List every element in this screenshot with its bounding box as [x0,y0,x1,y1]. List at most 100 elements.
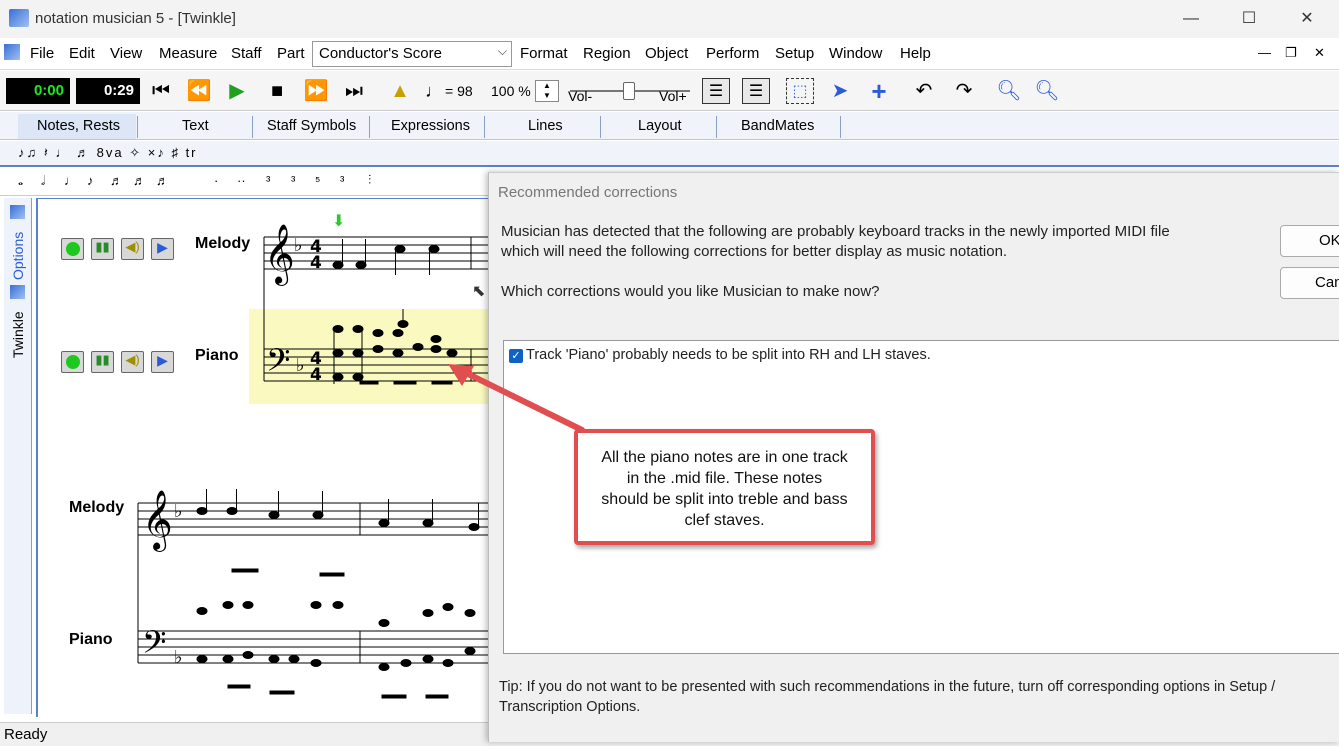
add-icon[interactable]: + [865,78,893,104]
menu-part[interactable]: Part [277,45,305,62]
score-view[interactable]: ▮▮ ◀) ▶ ▮▮ ◀) ▶ Melody Piano Melody Pian… [36,198,488,717]
doc-icon [4,44,20,60]
double-dot-icon[interactable]: ·· [237,173,246,188]
zoom-out-icon[interactable]: 🔍︎ [1033,78,1061,104]
status-text: Ready [4,726,48,743]
menu-file[interactable]: File [30,45,54,62]
menu-staff[interactable]: Staff [231,45,262,62]
tab-staff-symbols[interactable]: Staff Symbols [267,118,356,134]
tab-separator [716,116,717,138]
menu-object[interactable]: Object [645,45,688,62]
callout-line1: All the piano notes are in one track [601,449,848,466]
svg-text:♭: ♭ [174,647,183,668]
svg-text:𝄞: 𝄞 [264,224,295,286]
rewind-icon[interactable]: ⏪ [185,78,213,104]
palette-tools[interactable]: ♪♫ 𝄽 ♩ ♬ 8va ✧ ×♪ ♯ tr [18,145,198,161]
scroll-view-icon[interactable]: ☰ [742,78,770,104]
dot-icon[interactable]: · [214,173,218,188]
triplet-icon-2[interactable]: ³ [291,173,295,188]
volume-thumb[interactable] [623,82,635,100]
triplet-icon[interactable]: ³ [266,173,270,188]
menu-view[interactable]: View [110,45,142,62]
maximize-button[interactable]: ☐ [1238,8,1260,30]
menu-help[interactable]: Help [900,45,931,62]
mdi-close-button[interactable]: ✕ [1314,45,1325,61]
score-select[interactable]: Conductor's Score ⌵ [312,41,512,67]
quintuplet-icon[interactable]: ⁵ [315,173,320,188]
minimize-button[interactable]: — [1180,8,1202,30]
tab-expressions[interactable]: Expressions [391,118,470,134]
callout-line3: should be split into treble and bass [601,491,848,508]
volume-max-label: Vol+ [659,88,687,104]
menu-setup[interactable]: Setup [775,45,814,62]
menu-perform[interactable]: Perform [706,45,759,62]
app-icon [9,9,29,27]
tab-lines[interactable]: Lines [528,118,563,134]
sixteenth-note-icon[interactable]: ♬ [110,173,123,188]
menu-format[interactable]: Format [520,45,568,62]
options-tab[interactable]: Options [10,232,26,280]
menu-window[interactable]: Window [829,45,882,62]
whole-note-icon[interactable]: 𝅝 [18,173,23,189]
beam-icon[interactable]: ⫶ [368,172,371,188]
tab-bandmates[interactable]: BandMates [741,118,814,134]
menu-edit[interactable]: Edit [69,45,95,62]
go-to-end-icon[interactable]: ⏭ [340,78,368,104]
menu-measure[interactable]: Measure [159,45,217,62]
metronome-icon[interactable]: ▲ [386,78,414,104]
tempo-value[interactable]: = 98 [445,83,473,99]
cancel-button[interactable]: Cancel [1280,267,1339,299]
page-view-icon[interactable]: ☰ [702,78,730,104]
thirtysecond-note-icon[interactable]: ♬ [133,173,146,188]
notes [196,239,480,699]
undo-icon[interactable]: ↶ [910,78,938,104]
dialog-question: Which corrections would you like Musicia… [501,283,880,300]
pointer-icon[interactable]: ➤ [826,78,854,104]
stop-icon[interactable]: ■ [263,78,291,104]
time-sig-bottom: 4 [310,253,322,273]
region-select-icon[interactable]: ⬚ [786,78,814,104]
play-icon[interactable]: ▶ [223,78,251,104]
time-total: 0:29 [76,78,140,104]
dialog-message-line2: which will need the following correction… [501,243,1008,260]
svg-text:𝄢: 𝄢 [266,342,290,386]
svg-text:♭: ♭ [296,355,305,376]
close-button[interactable]: ✕ [1296,8,1318,30]
time-current: 0:00 [6,78,70,104]
window-title: notation musician 5 - [Twinkle] [35,10,236,27]
quarter-note-icon[interactable]: ♩ [64,173,77,188]
notation-svg: 𝄞 𝄢 𝄞 𝄢 ♭ ♭ ♭ ♭ 4 4 4 4 [137,224,488,699]
tab-separator [840,116,841,138]
tab-notes-rests[interactable]: Notes, Rests [37,118,120,134]
tab-separator [600,116,601,138]
svg-text:♭: ♭ [174,501,183,522]
callout-line2: in the .mid file. These notes [626,470,823,487]
redo-icon[interactable]: ↷ [950,78,978,104]
dialog-message-line1: Musician has detected that the following… [501,223,1170,240]
volume-slider[interactable]: Vol- Vol+ [566,78,696,106]
triplet-icon-3[interactable]: ³ [340,173,344,188]
zoom-in-icon[interactable]: 🔍︎ [995,78,1023,104]
tab-layout[interactable]: Layout [638,118,682,134]
half-note-icon[interactable]: 𝅗𝅥 [41,173,45,189]
svg-text:♭: ♭ [294,235,303,256]
palette-row-notes: ♪♫ 𝄽 ♩ ♬ 8va ✧ ×♪ ♯ tr [0,141,1339,167]
fast-forward-icon[interactable]: ⏩ [302,78,330,104]
mdi-restore-button[interactable]: ❐ [1285,45,1297,61]
go-to-start-icon[interactable]: ⏮ [147,78,175,104]
eighth-note-icon[interactable]: ♪ [87,173,94,188]
clefs: 𝄞 𝄢 𝄞 𝄢 ♭ ♭ ♭ ♭ [142,224,305,668]
tab-text[interactable]: Text [182,118,209,134]
zoom-spinner[interactable]: ▲ ▼ [535,80,559,102]
mdi-minimize-button[interactable]: — [1258,45,1271,60]
twinkle-icon [10,285,25,299]
zoom-value[interactable]: 100 % [491,83,531,99]
tab-separator [484,116,485,138]
chevron-down-icon: ⌵ [497,44,507,58]
twinkle-tab[interactable]: Twinkle [10,311,26,358]
menu-region[interactable]: Region [583,45,631,62]
dialog-title: Recommended corrections [498,184,678,201]
staff-lines [137,236,488,664]
ok-button[interactable]: OK [1280,225,1339,257]
sixtyfourth-note-icon[interactable]: ♬ [156,173,169,188]
